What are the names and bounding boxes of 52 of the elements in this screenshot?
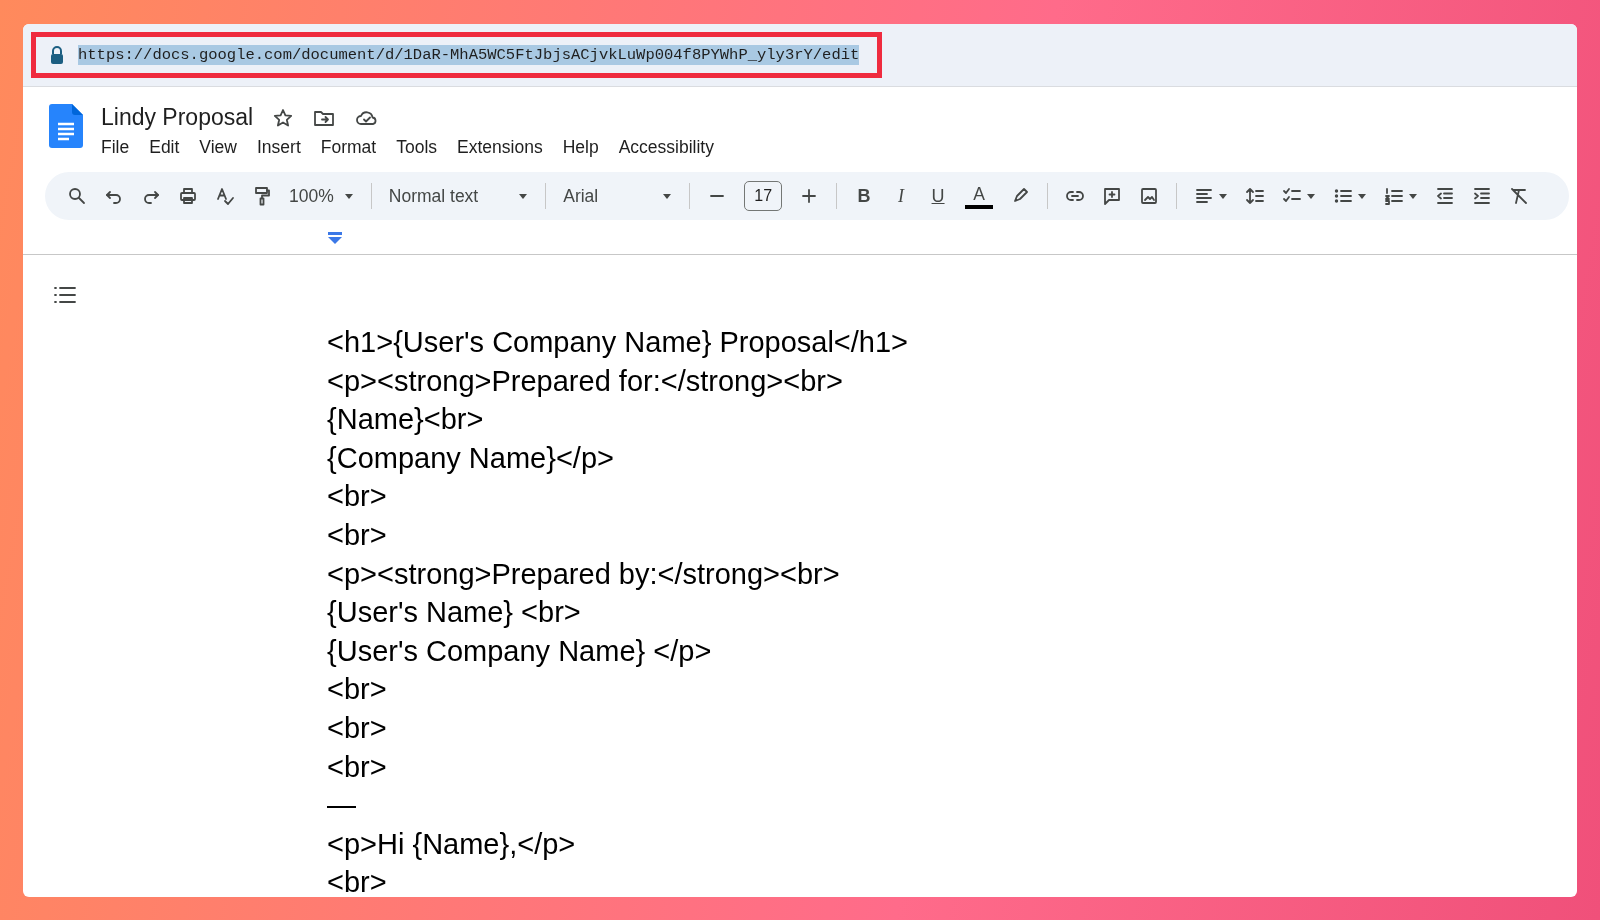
document-text-line: <p><strong>Prepared by:</strong><br> [327,556,841,592]
numbered-list-icon[interactable] [1384,186,1405,206]
menu-item[interactable]: Tools [396,137,438,158]
menu-item[interactable]: File [101,137,130,158]
image-icon[interactable] [1139,186,1160,206]
underline-button[interactable]: U [928,185,949,207]
bulleted-list-icon[interactable] [1333,186,1354,206]
add-comment-icon[interactable] [1102,186,1123,206]
menu-item[interactable]: Help [562,137,599,158]
menu-item[interactable]: Insert [257,137,301,158]
line-spacing-icon[interactable] [1245,186,1266,206]
clear-formatting-icon[interactable] [1509,186,1530,206]
document-text-line: — [327,788,357,824]
document-text-line: <h1>{User's Company Name} Proposal</h1> [327,325,909,360]
document-text-line: {User's Company Name} </p> [327,633,713,669]
spellcheck-icon[interactable] [215,186,235,206]
docs-logo-icon[interactable] [49,104,83,148]
bold-button[interactable]: B [854,185,875,207]
lock-icon [50,46,64,64]
zoom-dropdown[interactable]: 100% [289,185,334,207]
document-text-line: <p><strong>Prepared for:</strong><br> [327,363,844,399]
menu-item[interactable]: Extensions [457,137,543,158]
document-text-line: <br> [327,479,388,515]
text-color-button[interactable]: A [965,183,994,209]
outline-icon[interactable] [53,285,77,305]
indent-marker-icon[interactable] [327,232,343,244]
document-text-line: <br> [327,710,388,746]
menu-item[interactable]: Edit [149,137,180,158]
document-text-line: {Company Name}</p> [327,440,615,476]
print-icon[interactable] [178,186,198,206]
star-icon[interactable] [273,107,294,128]
document-text-line: {Name}<br> [327,402,485,438]
document-text-line: <br> [327,865,388,897]
document-text-line: <p>Hi {Name},</p> [327,826,577,862]
increase-indent-icon[interactable] [1472,186,1493,206]
document-text-line: <br> [327,517,388,553]
style-dropdown[interactable]: Normal text [388,185,479,207]
italic-button[interactable]: I [891,185,912,207]
decrease-indent-icon[interactable] [1435,186,1456,206]
document-text-line: {User's Name} <br> [327,595,582,631]
font-dropdown[interactable]: Arial [563,185,599,207]
search-icon[interactable] [67,186,87,206]
align-left-icon[interactable] [1194,186,1215,206]
address-url[interactable]: https://docs.google.com/document/d/1DaR-MhA5WC5FtJbjsACjvkLuWp004f8PYWhP_yly3rY/edit [78,45,860,65]
menu-item[interactable]: Accessibility [618,137,714,158]
paint-format-icon[interactable] [252,186,272,206]
font-size-field[interactable]: 17 [744,181,783,211]
menu-item[interactable]: Format [320,137,377,158]
menu-item[interactable]: View [199,137,237,158]
document-title[interactable]: Lindy Proposal [101,104,254,131]
document-text-line: <br> [327,749,388,785]
document-text-line: <br> [327,672,388,708]
